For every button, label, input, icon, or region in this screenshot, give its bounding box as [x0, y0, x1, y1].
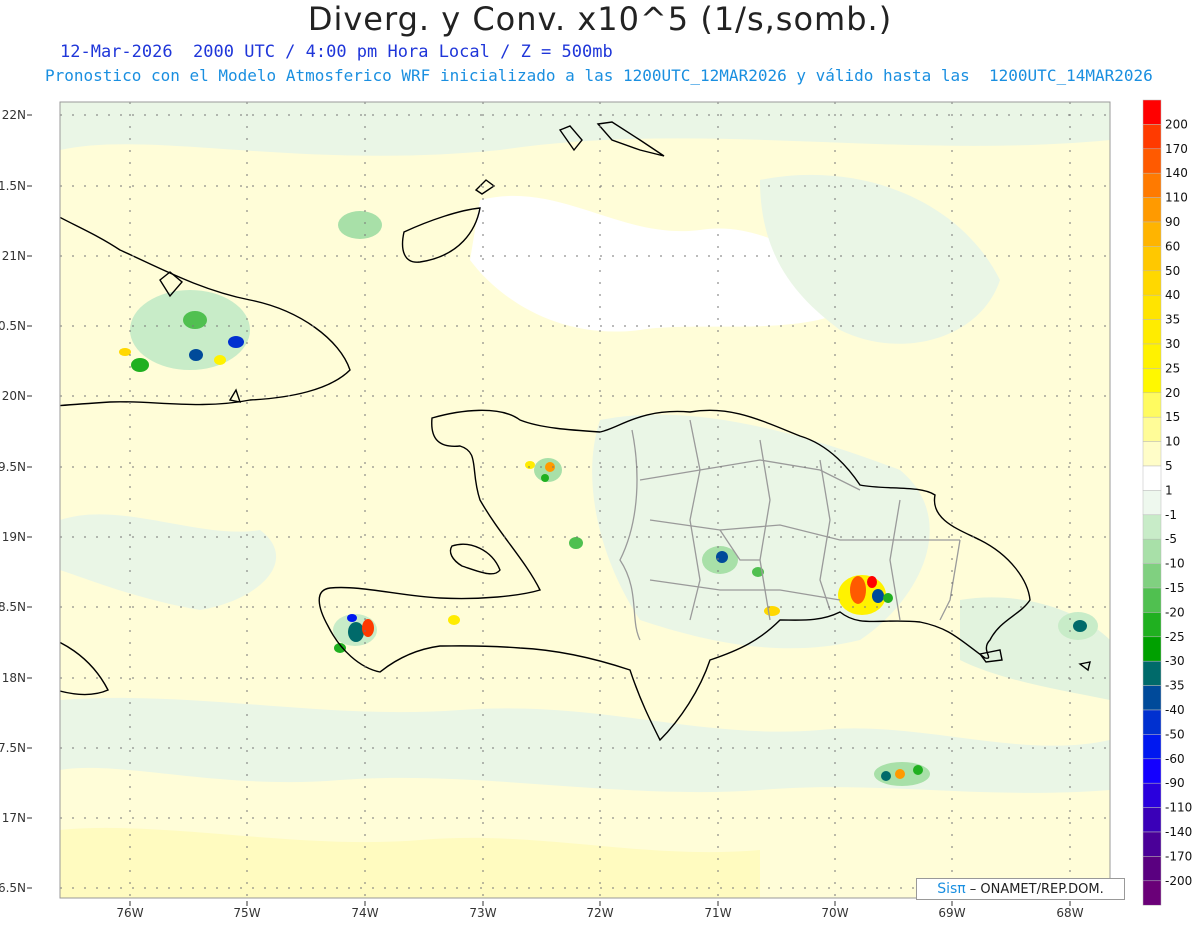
lon-label: 72W [586, 906, 613, 920]
colorbar-swatch [1142, 709, 1162, 735]
colorbar-label: -5 [1165, 532, 1177, 546]
colorbar-label: -90 [1165, 776, 1185, 790]
colorbar-label: 35 [1165, 313, 1180, 327]
colorbar-swatch [1142, 221, 1162, 247]
colorbar-label: 140 [1165, 166, 1188, 180]
colorbar-swatch [1142, 343, 1162, 369]
colorbar-swatch [1142, 368, 1162, 394]
colorbar-label: 5 [1165, 459, 1173, 473]
colorbar-swatch [1142, 514, 1162, 540]
colorbar-label: 50 [1165, 264, 1180, 278]
colorbar-label: -110 [1165, 801, 1192, 815]
colorbar-label: -30 [1165, 654, 1185, 668]
lat-label: 22N [2, 108, 26, 122]
colorbar-swatch [1142, 587, 1162, 613]
lat-label: 8.5N [0, 600, 26, 614]
colorbar-swatch [1142, 392, 1162, 418]
credit-text: – ONAMET/REP.DOM. [969, 881, 1104, 897]
colorbar-swatch [1142, 880, 1162, 906]
colorbar-label: -200 [1165, 874, 1192, 888]
colorbar-label: 15 [1165, 410, 1180, 424]
sispi-logo: Sisπ [937, 881, 966, 897]
lon-label: 70W [821, 906, 848, 920]
colorbar-swatch [1142, 734, 1162, 760]
colorbar-swatch [1142, 856, 1162, 882]
colorbar-label: 30 [1165, 337, 1180, 351]
colorbar-label: 10 [1165, 435, 1180, 449]
lat-label: 6.5N [0, 881, 26, 895]
lon-label: 73W [469, 906, 496, 920]
colorbar-label: -10 [1165, 557, 1185, 571]
credit-box: Sisπ – ONAMET/REP.DOM. [916, 878, 1125, 900]
colorbar-label: 110 [1165, 191, 1188, 205]
colorbar-label: 90 [1165, 215, 1180, 229]
lat-label: 19N [2, 530, 26, 544]
colorbar-swatch [1142, 807, 1162, 833]
colorbar-swatch [1142, 172, 1162, 198]
lon-ticks [129, 901, 1071, 906]
colorbar-swatch [1142, 782, 1162, 808]
colorbar-swatch [1142, 319, 1162, 345]
colorbar-swatch [1142, 685, 1162, 711]
lon-label: 76W [116, 906, 143, 920]
lat-label: 17N [2, 811, 26, 825]
colorbar-swatch [1142, 148, 1162, 174]
lat-label: 21N [2, 249, 26, 263]
colorbar-swatch [1142, 660, 1162, 686]
colorbar-swatch [1142, 490, 1162, 516]
colorbar-swatch [1142, 197, 1162, 223]
lon-label: 68W [1056, 906, 1083, 920]
colorbar-swatch [1142, 538, 1162, 564]
colorbar-swatch [1142, 294, 1162, 320]
colorbar-swatch [1142, 124, 1162, 150]
colorbar-label: -140 [1165, 825, 1192, 839]
colorbar-label: -35 [1165, 679, 1185, 693]
colorbar-swatch [1142, 465, 1162, 491]
colorbar: 200 170 140 110 90 60 50 40 35 30 25 20 15 10 5 1 -1 -5 -1… [1142, 99, 1192, 906]
lon-label: 71W [704, 906, 731, 920]
lon-label: 69W [938, 906, 965, 920]
colorbar-swatch [1142, 831, 1162, 857]
colorbar-swatch [1142, 99, 1162, 125]
colorbar-label: 170 [1165, 142, 1188, 156]
lat-label: 7.5N [0, 741, 26, 755]
colorbar-label: -170 [1165, 849, 1192, 863]
forecast-map: 22N 1.5N 21N 0.5N 20N 9.5N 19N 8.5N 18N … [0, 99, 1192, 920]
colorbar-label: -25 [1165, 630, 1185, 644]
colorbar-label: -60 [1165, 752, 1185, 766]
colorbar-label: 1 [1165, 483, 1173, 497]
colorbar-label: 25 [1165, 361, 1180, 375]
colorbar-swatch [1142, 270, 1162, 296]
colorbar-swatch [1142, 563, 1162, 589]
colorbar-label: -15 [1165, 581, 1185, 595]
longitude-labels: 76W 75W 74W 73W 72W 71W 70W 69W 68W [116, 906, 1083, 920]
lat-label: 18N [2, 671, 26, 685]
colorbar-swatch [1142, 416, 1162, 442]
lat-label: 0.5N [0, 319, 26, 333]
colorbar-swatch [1142, 246, 1162, 272]
colorbar-label: 60 [1165, 239, 1180, 253]
colorbar-swatch [1142, 636, 1162, 662]
colorbar-swatch [1142, 758, 1162, 784]
colorbar-label: 40 [1165, 288, 1180, 302]
colorbar-label: -1 [1165, 508, 1177, 522]
colorbar-label: 20 [1165, 386, 1180, 400]
colorbar-swatch [1142, 612, 1162, 638]
lat-label: 9.5N [0, 460, 26, 474]
lon-label: 75W [233, 906, 260, 920]
colorbar-label: 200 [1165, 117, 1188, 131]
colorbar-label: -50 [1165, 727, 1185, 741]
lat-label: 1.5N [0, 179, 26, 193]
lat-label: 20N [2, 389, 26, 403]
colorbar-label: -40 [1165, 703, 1185, 717]
colorbar-swatch [1142, 441, 1162, 467]
colorbar-label: -20 [1165, 605, 1185, 619]
lon-label: 74W [351, 906, 378, 920]
